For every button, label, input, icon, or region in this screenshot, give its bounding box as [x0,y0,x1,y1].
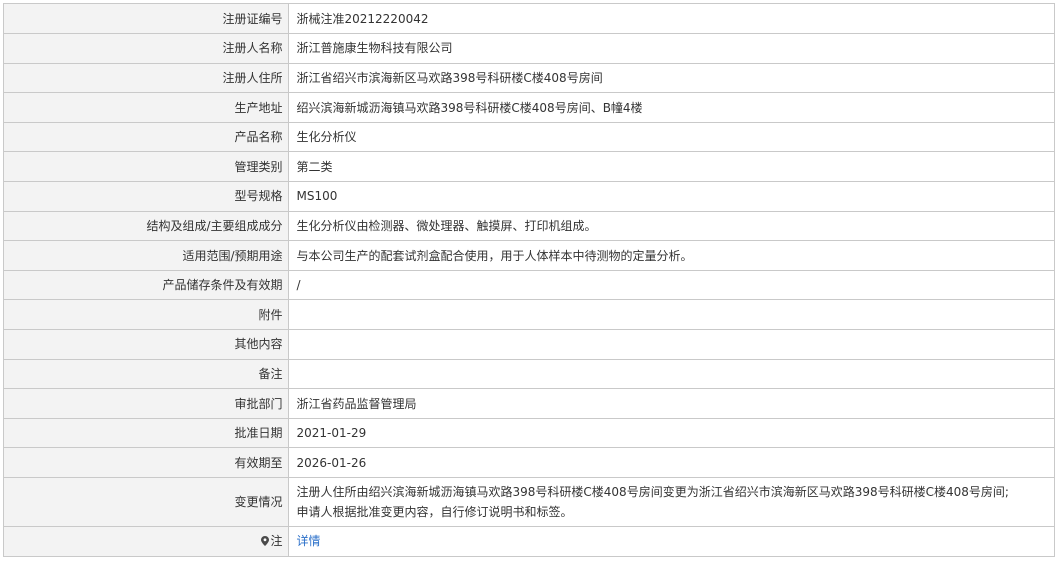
field-value: MS100 [288,181,1054,212]
field-label: 注册人名称 [4,33,289,64]
field-label: 注册人住所 [4,63,289,94]
field-value: 第二类 [288,151,1054,183]
field-value [288,329,1054,360]
table-row-note: 注 详情 [4,526,1054,557]
field-label: 其他内容 [4,329,289,360]
table-row: 管理类别 第二类 [4,151,1054,183]
field-value: 生化分析仪 [288,122,1054,153]
table-row: 附件 [4,299,1054,331]
field-value: 2026-01-26 [288,447,1054,478]
table-row: 结构及组成/主要组成成分 生化分析仪由检测器、微处理器、触摸屏、打印机组成。 [4,211,1054,242]
table-row: 型号规格 MS100 [4,181,1054,212]
field-value: 与本公司生产的配套试剂盒配合使用，用于人体样本中待测物的定量分析。 [288,240,1054,271]
field-value-change: 注册人住所由绍兴滨海新城沥海镇马欢路398号科研楼C楼408号房间变更为浙江省绍… [288,477,1054,527]
field-label: 结构及组成/主要组成成分 [4,211,289,242]
field-label-note: 注 [4,526,289,557]
field-value: 浙江普施康生物科技有限公司 [288,33,1054,64]
table-row: 生产地址 绍兴滨海新城沥海镇马欢路398号科研楼C楼408号房间、B幢4楼 [4,92,1054,123]
table-row: 其他内容 [4,329,1054,360]
table-row: 备注 [4,359,1054,390]
field-label: 有效期至 [4,447,289,478]
field-value: 浙江省药品监督管理局 [288,388,1054,419]
pin-icon [261,532,270,547]
change-line-1: 注册人住所由绍兴滨海新城沥海镇马欢路398号科研楼C楼408号房间变更为浙江省绍… [296,485,1009,499]
field-value: 生化分析仪由检测器、微处理器、触摸屏、打印机组成。 [288,211,1054,242]
field-label: 产品储存条件及有效期 [4,270,289,301]
field-label: 适用范围/预期用途 [4,240,289,271]
field-value [288,299,1054,331]
note-label-text: 注 [270,534,283,549]
field-label: 审批部门 [4,388,289,419]
table-row: 适用范围/预期用途 与本公司生产的配套试剂盒配合使用，用于人体样本中待测物的定量分… [4,240,1054,271]
field-value [288,359,1054,390]
field-value: 绍兴滨海新城沥海镇马欢路398号科研楼C楼408号房间、B幢4楼 [288,92,1054,123]
table-row: 注册人住所 浙江省绍兴市滨海新区马欢路398号科研楼C楼408号房间 [4,63,1054,94]
table-body: 注册证编号 浙械注准20212220042 注册人名称 浙江普施康生物科技有限公司 注册… [4,4,1054,557]
field-label: 备注 [4,359,289,390]
field-value: 2021-01-29 [288,418,1054,449]
field-value-note: 详情 [288,526,1054,557]
field-label: 型号规格 [4,181,289,212]
table-row: 批准日期 2021-01-29 [4,418,1054,449]
table-row: 注册证编号 浙械注准20212220042 [4,4,1054,35]
table-row: 产品名称 生化分析仪 [4,122,1054,153]
field-value: 浙江省绍兴市滨海新区马欢路398号科研楼C楼408号房间 [288,63,1054,94]
field-label: 附件 [4,299,289,331]
table-row: 注册人名称 浙江普施康生物科技有限公司 [4,33,1054,64]
table-row: 产品储存条件及有效期 / [4,270,1054,301]
registration-table: 注册证编号 浙械注准20212220042 注册人名称 浙江普施康生物科技有限公司 注册… [4,4,1054,557]
details-link[interactable]: 详情 [297,534,321,548]
field-label: 注册证编号 [4,4,289,35]
field-label: 管理类别 [4,151,289,183]
field-label: 批准日期 [4,418,289,449]
table-row: 审批部门 浙江省药品监督管理局 [4,388,1054,419]
field-label: 产品名称 [4,122,289,153]
change-line-2: 申请人根据批准变更内容，自行修订说明书和标签。 [296,505,573,519]
field-label-change: 变更情况 [4,477,289,527]
field-label: 生产地址 [4,92,289,123]
table-row: 有效期至 2026-01-26 [4,447,1054,478]
table-row-change: 变更情况 注册人住所由绍兴滨海新城沥海镇马欢路398号科研楼C楼408号房间变更… [4,477,1054,527]
registration-record-table: 注册证编号 浙械注准20212220042 注册人名称 浙江普施康生物科技有限公司 注册… [3,3,1055,557]
field-value: 浙械注准20212220042 [288,4,1054,35]
field-value: / [288,270,1054,301]
